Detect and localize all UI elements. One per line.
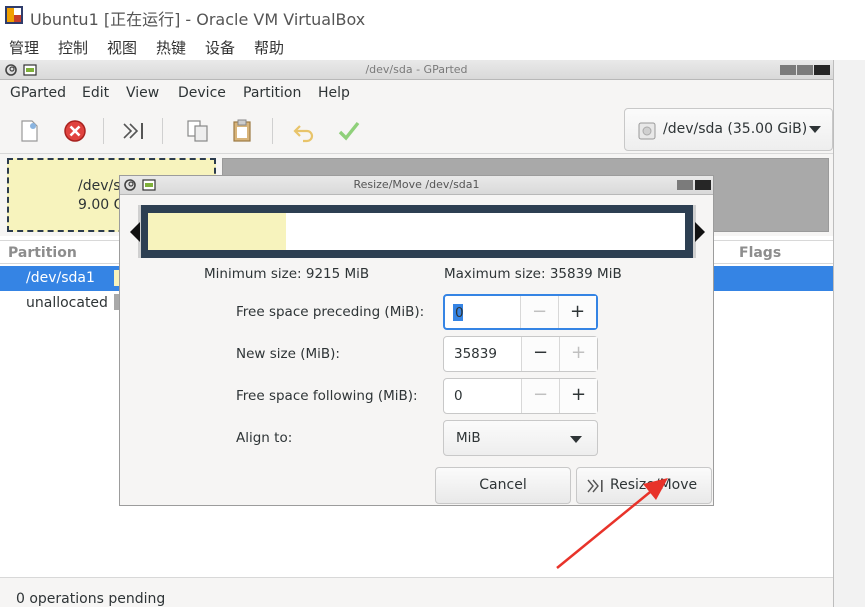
dialog-titlebar: Resize/Move /dev/sda1	[120, 176, 713, 195]
menu-gparted[interactable]: GParted	[10, 85, 66, 101]
toolbar-separator	[162, 118, 163, 144]
menu-device[interactable]: Device	[178, 85, 226, 101]
new-icon[interactable]	[16, 118, 42, 144]
device-selector[interactable]: /dev/sda (35.00 GiB)	[624, 108, 833, 151]
minimum-size-label: Minimum size: 9215 MiB	[204, 266, 370, 282]
vbox-menu-help[interactable]: 帮助	[254, 37, 284, 58]
chevron-down-icon	[570, 436, 582, 443]
decrement-button[interactable]: −	[521, 379, 559, 413]
paste-icon[interactable]	[230, 118, 256, 144]
menu-view[interactable]: View	[126, 85, 159, 101]
free-preceding-value[interactable]: 0	[455, 305, 464, 321]
undo-icon[interactable]	[291, 118, 317, 144]
dialog-close-button[interactable]	[695, 180, 711, 190]
close-button[interactable]	[814, 65, 830, 75]
maximum-size-label: Maximum size: 35839 MiB	[444, 266, 622, 282]
partition-row-name[interactable]: /dev/sda1	[26, 270, 95, 286]
free-following-label: Free space following (MiB):	[236, 388, 418, 404]
virtualbox-logo-icon	[5, 6, 23, 24]
increment-button[interactable]: +	[558, 296, 596, 328]
device-selector-label: /dev/sda (35.00 GiB)	[663, 121, 808, 137]
vbox-window-title: Ubuntu1 [正在运行] - Oracle VM VirtualBox	[30, 10, 366, 29]
guest-screen-edge	[833, 60, 865, 607]
align-to-label: Align to:	[236, 430, 293, 446]
increment-button[interactable]: +	[559, 337, 597, 371]
free-following-value[interactable]: 0	[454, 388, 463, 404]
increment-button[interactable]: +	[559, 379, 597, 413]
vbox-menu-manage[interactable]: 管理	[9, 37, 39, 58]
apply-icon[interactable]	[336, 118, 362, 144]
free-preceding-spinner[interactable]: 0 − +	[443, 294, 598, 330]
chevron-down-icon	[809, 126, 821, 133]
align-to-value: MiB	[456, 430, 481, 446]
partition-block-name: /dev/s	[78, 178, 121, 194]
resizer-used-space	[148, 213, 286, 250]
status-text: 0 operations pending	[16, 591, 166, 607]
align-to-dropdown[interactable]: MiB	[443, 420, 598, 456]
delete-icon[interactable]	[62, 118, 88, 144]
dialog-title: Resize/Move /dev/sda1	[353, 178, 480, 191]
menu-partition[interactable]: Partition	[243, 85, 301, 101]
resize-move-dialog: Resize/Move /dev/sda1 Minimum size: 9215…	[119, 175, 714, 506]
toolbar-separator	[272, 118, 273, 144]
vbox-menu-devices[interactable]: 设备	[205, 37, 235, 58]
new-size-value[interactable]: 35839	[454, 346, 497, 362]
vbox-menu-hotkeys[interactable]: 热键	[156, 37, 186, 58]
gparted-titlebar: /dev/sda - GParted	[0, 60, 833, 80]
decrement-button[interactable]: −	[520, 296, 558, 328]
maximize-button[interactable]	[797, 65, 813, 75]
partition-block-size: 9.00 G	[78, 197, 125, 213]
free-preceding-label: Free space preceding (MiB):	[236, 304, 425, 320]
column-flags[interactable]: Flags	[739, 245, 781, 261]
vbox-menu-control[interactable]: 控制	[58, 37, 88, 58]
toolbar-separator	[103, 118, 104, 144]
new-size-label: New size (MiB):	[236, 346, 340, 362]
cancel-button[interactable]: Cancel	[435, 467, 571, 504]
vbox-menu-view[interactable]: 视图	[107, 37, 137, 58]
minimize-button[interactable]	[780, 65, 796, 75]
resize-move-button[interactable]: Resize/Move	[576, 467, 712, 504]
menu-help[interactable]: Help	[318, 85, 350, 101]
hard-disk-icon	[638, 122, 656, 140]
resize-move-button-label: Resize/Move	[610, 477, 698, 493]
vbox-menubar: 管理 控制 视图 热键 设备 帮助	[0, 32, 865, 60]
dialog-minimize-button[interactable]	[677, 180, 693, 190]
new-size-spinner[interactable]: 35839 − +	[443, 336, 598, 372]
menu-edit[interactable]: Edit	[82, 85, 109, 101]
cancel-button-label: Cancel	[479, 477, 527, 493]
gparted-window-title: /dev/sda - GParted	[365, 63, 468, 76]
resize-move-icon	[587, 479, 603, 493]
resize-move-icon[interactable]	[121, 118, 147, 144]
free-following-spinner[interactable]: 0 − +	[443, 378, 598, 414]
resize-handle-right[interactable]	[695, 222, 705, 242]
vbox-titlebar: Ubuntu1 [正在运行] - Oracle VM VirtualBox	[0, 0, 865, 32]
resize-handle-left[interactable]	[130, 222, 140, 242]
status-bar: 0 operations pending	[0, 577, 833, 607]
gparted-menubar: GParted Edit View Device Partition Help	[0, 80, 833, 108]
partition-row-name[interactable]: unallocated	[26, 295, 108, 311]
column-partition[interactable]: Partition	[8, 245, 77, 261]
copy-icon[interactable]	[185, 118, 211, 144]
decrement-button[interactable]: −	[521, 337, 559, 371]
